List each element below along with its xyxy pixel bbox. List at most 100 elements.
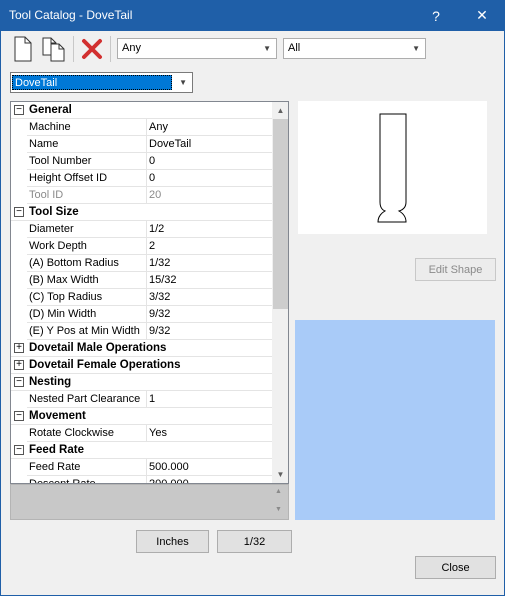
property-value[interactable]: 3/32 xyxy=(149,291,170,303)
new-document-icon xyxy=(14,36,32,62)
property-value[interactable]: 15/32 xyxy=(149,274,177,286)
property-name: (D) Min Width xyxy=(29,308,97,320)
property-name: (B) Max Width xyxy=(29,274,99,286)
collapse-icon[interactable]: − xyxy=(14,377,24,387)
column-divider[interactable] xyxy=(146,272,147,289)
new-tool-button[interactable] xyxy=(9,35,37,63)
property-category-row[interactable]: + Dovetail Female Operations xyxy=(11,357,272,374)
collapse-icon[interactable]: − xyxy=(14,411,24,421)
property-grid-scrollbar[interactable]: ▲ ▼ xyxy=(272,102,288,483)
type-filter-select[interactable]: All ▼ xyxy=(283,38,426,59)
scroll-thumb[interactable] xyxy=(273,119,288,309)
property-row-gutter xyxy=(11,425,27,442)
property-name: Name xyxy=(29,138,59,150)
property-row[interactable]: Tool ID 20 xyxy=(11,187,272,204)
property-row[interactable]: (A) Bottom Radius 1/32 xyxy=(11,255,272,272)
property-row-gutter xyxy=(11,187,27,204)
property-row[interactable]: (C) Top Radius 3/32 xyxy=(11,289,272,306)
column-divider[interactable] xyxy=(146,289,147,306)
property-value[interactable]: 1 xyxy=(149,393,155,405)
column-divider[interactable] xyxy=(146,153,147,170)
property-name: (E) Y Pos at Min Width xyxy=(29,325,140,337)
property-name: Nested Part Clearance xyxy=(29,393,141,405)
property-value[interactable]: 9/32 xyxy=(149,308,170,320)
column-divider[interactable] xyxy=(146,136,147,153)
property-value[interactable]: 1/2 xyxy=(149,223,164,235)
column-divider[interactable] xyxy=(146,221,147,238)
scroll-up-icon[interactable]: ▲ xyxy=(272,102,288,119)
scroll-down-icon[interactable]: ▼ xyxy=(272,466,288,483)
property-row[interactable]: Nested Part Clearance 1 xyxy=(11,391,272,408)
property-name: Height Offset ID xyxy=(29,172,108,184)
property-value[interactable]: 500.000 xyxy=(149,461,189,473)
property-row[interactable]: (B) Max Width 15/32 xyxy=(11,272,272,289)
property-value[interactable]: 9/32 xyxy=(149,325,170,337)
copy-document-icon xyxy=(42,37,65,62)
property-value[interactable]: 0 xyxy=(149,155,155,167)
property-row[interactable]: Height Offset ID 0 xyxy=(11,170,272,187)
property-category-row[interactable]: − Tool Size xyxy=(11,204,272,221)
column-divider[interactable] xyxy=(146,170,147,187)
property-grid[interactable]: − General Machine Any Name DoveTail Tool Numbe… xyxy=(10,101,289,484)
scroll-down-icon[interactable]: ▼ xyxy=(275,506,282,513)
property-row[interactable]: Name DoveTail xyxy=(11,136,272,153)
scroll-up-icon[interactable]: ▲ xyxy=(275,488,282,495)
property-category-row[interactable]: − Movement xyxy=(11,408,272,425)
property-value[interactable]: Yes xyxy=(149,427,167,439)
property-row[interactable]: Machine Any xyxy=(11,119,272,136)
property-category-row[interactable]: − Feed Rate xyxy=(11,442,272,459)
property-row[interactable]: Tool Number 0 xyxy=(11,153,272,170)
collapse-icon[interactable]: − xyxy=(14,207,24,217)
property-category-label: Dovetail Female Operations xyxy=(29,359,181,371)
close-button[interactable]: Close xyxy=(415,556,496,579)
delete-tool-button[interactable] xyxy=(78,35,106,63)
help-button[interactable]: ? xyxy=(413,0,459,31)
column-divider[interactable] xyxy=(146,119,147,136)
property-row-gutter xyxy=(11,221,27,238)
column-divider[interactable] xyxy=(146,187,147,204)
property-row[interactable]: Descent Rate 200.000 xyxy=(11,476,272,483)
property-value[interactable]: 2 xyxy=(149,240,155,252)
property-category-row[interactable]: − General xyxy=(11,102,272,119)
description-scrollbar[interactable]: ▲ ▼ xyxy=(271,486,288,518)
expand-icon[interactable]: + xyxy=(14,343,24,353)
chevron-down-icon: ▼ xyxy=(179,78,187,87)
close-window-button[interactable]: ✕ xyxy=(459,0,505,31)
property-value[interactable]: DoveTail xyxy=(149,138,191,150)
tool-select-value: DoveTail xyxy=(12,75,172,90)
column-divider[interactable] xyxy=(146,255,147,272)
property-value[interactable]: Any xyxy=(149,121,168,133)
property-value[interactable]: 0 xyxy=(149,172,155,184)
property-row[interactable]: Work Depth 2 xyxy=(11,238,272,255)
column-divider[interactable] xyxy=(146,238,147,255)
property-row-gutter xyxy=(11,459,27,476)
title-bar: Tool Catalog - DoveTail ? ✕ xyxy=(0,0,505,31)
edit-shape-button[interactable]: Edit Shape xyxy=(415,258,496,281)
column-divider[interactable] xyxy=(146,425,147,442)
machine-filter-select[interactable]: Any ▼ xyxy=(117,38,277,59)
collapse-icon[interactable]: − xyxy=(14,105,24,115)
copy-tool-button[interactable] xyxy=(40,35,68,63)
collapse-icon[interactable]: − xyxy=(14,445,24,455)
type-filter-value: All xyxy=(288,42,301,54)
fraction-precision-button[interactable]: 1/32 xyxy=(217,530,292,553)
property-category-row[interactable]: − Nesting xyxy=(11,374,272,391)
property-row[interactable]: Feed Rate 500.000 xyxy=(11,459,272,476)
property-row[interactable]: Rotate Clockwise Yes xyxy=(11,425,272,442)
column-divider[interactable] xyxy=(146,323,147,340)
property-row[interactable]: (E) Y Pos at Min Width 9/32 xyxy=(11,323,272,340)
property-category-row[interactable]: + Dovetail Male Operations xyxy=(11,340,272,357)
column-divider[interactable] xyxy=(146,459,147,476)
dovetail-tool-shape xyxy=(377,113,407,223)
property-row-gutter xyxy=(11,255,27,272)
expand-icon[interactable]: + xyxy=(14,360,24,370)
tool-select[interactable]: DoveTail ▼ xyxy=(10,72,193,93)
column-divider[interactable] xyxy=(146,306,147,323)
property-category-label: Tool Size xyxy=(29,206,79,218)
column-divider[interactable] xyxy=(146,391,147,408)
property-value[interactable]: 1/32 xyxy=(149,257,170,269)
column-divider[interactable] xyxy=(146,476,147,483)
units-button[interactable]: Inches xyxy=(136,530,209,553)
property-row[interactable]: Diameter 1/2 xyxy=(11,221,272,238)
property-row[interactable]: (D) Min Width 9/32 xyxy=(11,306,272,323)
